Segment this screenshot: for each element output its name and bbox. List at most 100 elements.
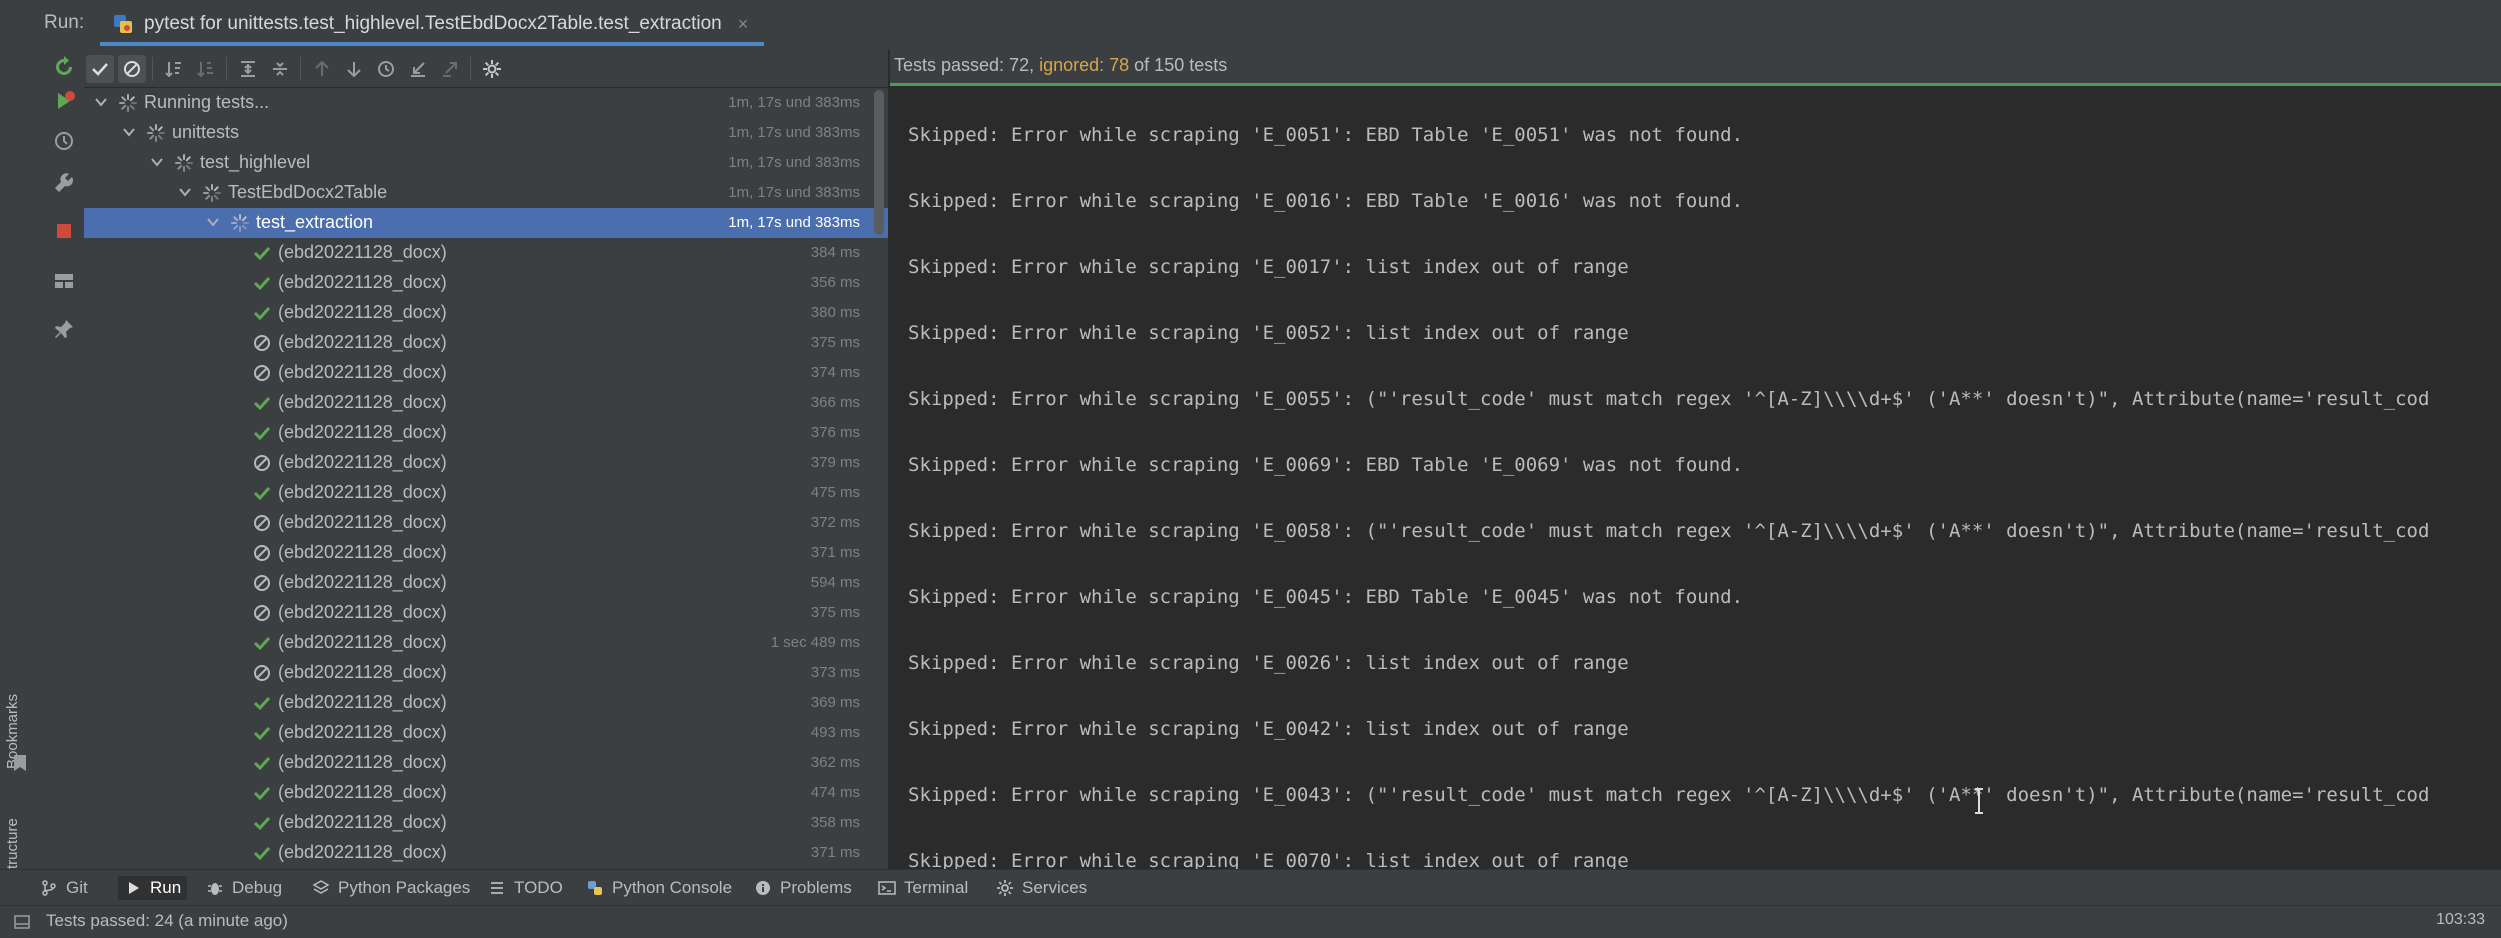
test-item-duration: 372 ms: [810, 514, 860, 531]
test-item-row[interactable]: (ebd20221128_docx) 594 ms: [84, 568, 888, 598]
tool-window-bar: Git Run Debug Python Packages TODO Python Con…: [0, 869, 2501, 906]
wrench-icon[interactable]: [52, 171, 76, 195]
tree-node-label: Running tests...: [144, 92, 270, 112]
tree-node-duration: 1m, 17s und 383ms: [728, 94, 860, 111]
next-failed-button[interactable]: [340, 55, 368, 83]
status-message[interactable]: Tests passed: 24 (a minute ago): [46, 911, 288, 931]
chevron-down-icon[interactable]: [122, 125, 136, 139]
terminal-icon: [878, 881, 896, 895]
text-cursor-icon: [1975, 788, 1983, 814]
test-status-bar: Tests passed: 72, ignored: 78 of 150 tes…: [890, 49, 2501, 83]
test-item-row[interactable]: (ebd20221128_docx) 375 ms: [84, 598, 888, 628]
test-item-row[interactable]: (ebd20221128_docx) 1 sec 489 ms: [84, 628, 888, 658]
console-line: Skipped: Error while scraping 'E_0017': …: [908, 256, 1629, 278]
caret-position[interactable]: 103:33: [2436, 911, 2485, 929]
sort-alphabetically-button[interactable]: [160, 55, 188, 83]
arrow-up-icon: [315, 60, 329, 76]
tree-node-2[interactable]: test_highlevel 1m, 17s und 383ms: [84, 148, 888, 178]
test-item-row[interactable]: (ebd20221128_docx) 362 ms: [84, 748, 888, 778]
test-item-row[interactable]: (ebd20221128_docx) 356 ms: [84, 268, 888, 298]
tool-window-label: Services: [1022, 878, 1088, 897]
sort-duration-icon: [197, 62, 213, 78]
show-ignored-button[interactable]: [118, 55, 146, 83]
stop-icon[interactable]: [52, 219, 76, 243]
tool-window-label: Run: [150, 878, 182, 897]
test-item-row[interactable]: (ebd20221128_docx) 474 ms: [84, 778, 888, 808]
close-tab-icon[interactable]: ×: [738, 14, 749, 35]
tool-window-git[interactable]: Git: [34, 876, 94, 900]
tool-window-problems[interactable]: Problems: [748, 876, 858, 900]
tree-node-0[interactable]: Running tests... 1m, 17s und 383ms: [84, 88, 888, 118]
test-item-duration: 380 ms: [810, 304, 860, 321]
test-item-row[interactable]: (ebd20221128_docx) 475 ms: [84, 478, 888, 508]
test-item-row[interactable]: (ebd20221128_docx) 369 ms: [84, 688, 888, 718]
test-item-row[interactable]: (ebd20221128_docx) 375 ms: [84, 328, 888, 358]
test-item-duration: 594 ms: [810, 574, 860, 591]
test-item-row[interactable]: (ebd20221128_docx) 358 ms: [84, 808, 888, 838]
toggle-tool-windows-icon[interactable]: [14, 914, 30, 930]
test-item-duration: 369 ms: [810, 694, 860, 711]
test-item-row[interactable]: (ebd20221128_docx) 371 ms: [84, 838, 888, 868]
tool-window-terminal[interactable]: Terminal: [872, 876, 974, 900]
test-item-row[interactable]: (ebd20221128_docx) 380 ms: [84, 298, 888, 328]
chevron-down-icon[interactable]: [150, 155, 164, 169]
test-item-row[interactable]: (ebd20221128_docx) 376 ms: [84, 418, 888, 448]
test-item-row[interactable]: (ebd20221128_docx) 384 ms: [84, 238, 888, 268]
chevron-down-icon[interactable]: [94, 95, 108, 109]
test-item-row[interactable]: (ebd20221128_docx) 373 ms: [84, 658, 888, 688]
export-tests-button[interactable]: [436, 55, 464, 83]
chevron-down-icon[interactable]: [178, 185, 192, 199]
tool-window-label: Git: [66, 878, 88, 897]
test-item-label: (ebd20221128_docx): [278, 602, 447, 622]
tool-window-python-console[interactable]: Python Console: [580, 876, 738, 900]
tool-window-run[interactable]: Run: [118, 876, 188, 900]
console-output[interactable]: Skipped: Error while scraping 'E_0051': …: [890, 86, 2501, 870]
test-item-row[interactable]: (ebd20221128_docx) 493 ms: [84, 718, 888, 748]
test-item-label: (ebd20221128_docx): [278, 362, 447, 382]
tool-window-label: Debug: [232, 878, 283, 897]
export-icon: [443, 62, 457, 77]
toggle-autotest-icon[interactable]: [52, 129, 76, 153]
tool-window-todo[interactable]: TODO: [482, 876, 569, 900]
test-item-row[interactable]: (ebd20221128_docx) 371 ms: [84, 538, 888, 568]
running-spinner-icon: [147, 124, 165, 142]
passed-check-icon: [253, 636, 271, 651]
python-icon: [588, 881, 602, 895]
tree-node-label: test_extraction: [256, 212, 374, 232]
tool-window-python-packages[interactable]: Python Packages: [306, 876, 476, 900]
console-line: Skipped: Error while scraping 'E_0026': …: [908, 652, 1629, 674]
test-item-row[interactable]: (ebd20221128_docx) 379 ms: [84, 448, 888, 478]
test-item-label: (ebd20221128_docx): [278, 722, 447, 742]
passed-check-icon: [253, 726, 271, 741]
show-passed-button[interactable]: [86, 55, 114, 83]
tree-node-1[interactable]: unittests 1m, 17s und 383ms: [84, 118, 888, 148]
test-item-duration: 379 ms: [810, 454, 860, 471]
test-item-duration: 358 ms: [810, 814, 860, 831]
sort-by-duration-button[interactable]: [192, 55, 220, 83]
test-item-row[interactable]: (ebd20221128_docx) 374 ms: [84, 358, 888, 388]
tree-node-4[interactable]: test_extraction 1m, 17s und 383ms: [84, 208, 888, 238]
import-tests-button[interactable]: [404, 55, 432, 83]
expand-all-button[interactable]: [234, 55, 262, 83]
previous-failed-button[interactable]: [308, 55, 336, 83]
tree-scrollbar[interactable]: [874, 90, 884, 235]
collapse-all-button[interactable]: [266, 55, 294, 83]
tool-window-services[interactable]: Services: [990, 876, 1093, 900]
test-history-button[interactable]: [372, 55, 400, 83]
passed-check-icon: [253, 846, 271, 861]
passed-check-icon: [253, 486, 271, 501]
test-item-row[interactable]: (ebd20221128_docx) 372 ms: [84, 508, 888, 538]
test-item-row[interactable]: (ebd20221128_docx) 366 ms: [84, 388, 888, 418]
rerun-icon[interactable]: [52, 55, 76, 79]
pin-icon[interactable]: [52, 317, 76, 341]
tool-window-debug[interactable]: Debug: [200, 876, 288, 900]
test-item-label: (ebd20221128_docx): [278, 752, 447, 772]
test-item-label: (ebd20221128_docx): [278, 272, 447, 292]
layout-icon[interactable]: [52, 269, 76, 293]
chevron-down-icon[interactable]: [206, 215, 220, 229]
tree-node-3[interactable]: TestEbdDocx2Table 1m, 17s und 383ms: [84, 178, 888, 208]
run-config-tab[interactable]: pytest for unittests.test_highlevel.Test…: [100, 6, 765, 46]
settings-button[interactable]: [478, 55, 506, 83]
rerun-failed-icon[interactable]: [52, 89, 76, 113]
total-count: of 150 tests: [1129, 55, 1228, 75]
